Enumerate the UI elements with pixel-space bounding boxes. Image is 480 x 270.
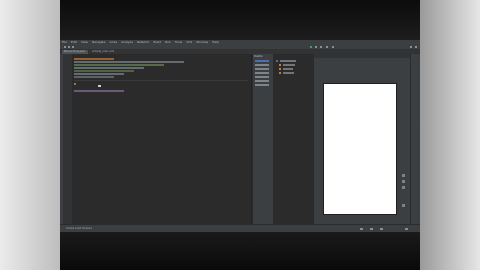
- menu-code[interactable]: Code: [109, 41, 117, 44]
- menu-refactor[interactable]: Refactor: [137, 41, 150, 44]
- fold-marker-icon[interactable]: [74, 83, 76, 85]
- code-line: [74, 67, 144, 69]
- palette-category[interactable]: [255, 60, 269, 62]
- sdk-manager-icon[interactable]: [332, 46, 334, 48]
- widget-icon: [279, 64, 281, 66]
- code-line: [74, 73, 124, 75]
- divider: [74, 80, 248, 81]
- tree-item[interactable]: [280, 60, 296, 62]
- debug-icon[interactable]: [315, 46, 317, 48]
- zoom-out-icon[interactable]: [402, 180, 405, 183]
- widget-icon: [279, 68, 281, 70]
- sync-icon[interactable]: [72, 46, 74, 48]
- event-log-icon[interactable]: [360, 228, 363, 230]
- palette-category[interactable]: [255, 72, 269, 74]
- design-toolbar: [314, 54, 410, 58]
- menu-view[interactable]: View: [81, 41, 88, 44]
- open-icon[interactable]: [64, 46, 66, 48]
- zoom-in-icon[interactable]: [402, 174, 405, 177]
- save-icon[interactable]: [68, 46, 70, 48]
- search-icon[interactable]: [410, 46, 412, 48]
- avd-manager-icon[interactable]: [326, 46, 328, 48]
- menu-window[interactable]: Window: [196, 41, 208, 44]
- menu-help[interactable]: Help: [212, 41, 219, 44]
- palette-category[interactable]: [255, 64, 269, 66]
- component-tree: [274, 54, 314, 224]
- menu-run[interactable]: Run: [165, 41, 171, 44]
- text-cursor: [98, 85, 101, 87]
- left-letterbox: [0, 0, 60, 270]
- palette-category[interactable]: [255, 68, 269, 70]
- ide-window: File Edit View Navigate Code Analyze Ref…: [60, 40, 420, 232]
- palette-title: Palette: [254, 55, 263, 58]
- layout-icon: [276, 60, 278, 62]
- memory-indicator-icon[interactable]: [405, 228, 408, 230]
- code-line: [74, 64, 164, 66]
- menu-edit[interactable]: Edit: [71, 41, 77, 44]
- tree-item[interactable]: [283, 64, 295, 66]
- code-line: [74, 70, 134, 72]
- menu-navigate[interactable]: Navigate: [92, 41, 105, 44]
- code-line: [74, 61, 184, 63]
- menu-tools[interactable]: Tools: [175, 41, 182, 44]
- git-branch-icon[interactable]: [380, 228, 383, 230]
- layout-inspector-icon[interactable]: [370, 228, 373, 230]
- menu-analyze[interactable]: Analyze: [121, 41, 133, 44]
- menu-vcs[interactable]: VCS: [186, 41, 192, 44]
- stop-icon[interactable]: [320, 46, 322, 48]
- palette-category[interactable]: [255, 76, 269, 78]
- menu-build[interactable]: Build: [154, 41, 162, 44]
- right-letterbox: [420, 0, 480, 270]
- code-line: [74, 76, 114, 78]
- right-tool-strip[interactable]: [410, 54, 420, 224]
- menu-file[interactable]: File: [62, 41, 67, 44]
- palette-category[interactable]: [255, 80, 269, 82]
- run-icon[interactable]: [310, 46, 312, 48]
- palette-panel: Palette: [253, 54, 273, 224]
- tree-item[interactable]: [283, 68, 293, 70]
- line-number-gutter: [63, 54, 72, 224]
- code-line: [74, 58, 114, 60]
- pan-icon[interactable]: [402, 204, 405, 207]
- widget-icon: [279, 72, 281, 74]
- bottom-border: [60, 232, 420, 270]
- top-border: [60, 0, 420, 40]
- design-preview-panel: [314, 54, 410, 224]
- code-editor[interactable]: [72, 54, 252, 224]
- phone-preview-canvas[interactable]: [324, 84, 396, 214]
- settings-icon[interactable]: [415, 46, 417, 48]
- code-line: [74, 90, 124, 92]
- status-bar: Gradle build finished: [60, 224, 420, 232]
- tree-item[interactable]: [283, 72, 294, 74]
- zoom-fit-icon[interactable]: [402, 186, 405, 189]
- palette-category[interactable]: [255, 84, 269, 86]
- status-message: Gradle build finished: [66, 227, 92, 230]
